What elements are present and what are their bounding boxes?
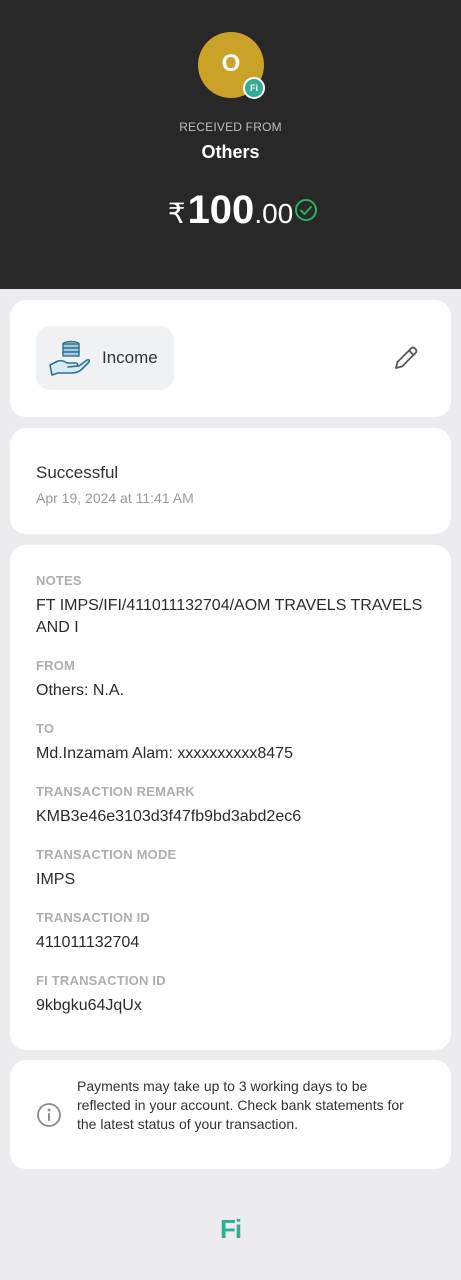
category-label: Income (102, 348, 158, 367)
transaction-mode-label: TRANSACTION MODE (36, 847, 177, 862)
income-hand-coins-icon (49, 340, 91, 376)
received-from-label: RECEIVED FROM (179, 120, 282, 134)
category-card: Income (10, 300, 451, 417)
fi-badge-icon: Fi (243, 77, 265, 99)
success-check-icon (295, 199, 317, 221)
transaction-mode-value: IMPS (36, 871, 76, 888)
notes-value: FT IMPS/IFI/411011132704/AOM TRAVELS TRA… (36, 597, 423, 636)
details-card: NOTES FT IMPS/IFI/411011132704/AOM TRAVE… (10, 545, 451, 1050)
amount-decimal: .00 (254, 198, 294, 229)
transaction-remark-label: TRANSACTION REMARK (36, 784, 195, 799)
to-label: TO (36, 721, 55, 736)
notes-label: NOTES (36, 573, 82, 588)
transaction-id-value: 411011132704 (36, 934, 140, 951)
fi-transaction-id-value: 9kbgku64JqUx (36, 997, 142, 1014)
transaction-header: O Fi RECEIVED FROM Others ₹ 100 .00 (0, 0, 461, 289)
fi-transaction-id-label: FI TRANSACTION ID (36, 973, 166, 988)
from-value: Others: N.A. (36, 682, 125, 699)
avatar-letter: O (221, 50, 241, 77)
amount-integer: 100 (187, 188, 255, 232)
status-text: Successful (36, 463, 119, 482)
info-icon (37, 1103, 61, 1127)
sender-name: Others (201, 142, 260, 162)
status-card: Successful Apr 19, 2024 at 11:41 AM (10, 428, 451, 534)
edit-pencil-icon[interactable] (390, 342, 422, 374)
status-date: Apr 19, 2024 at 11:41 AM (36, 490, 194, 506)
category-chip[interactable]: Income (36, 326, 174, 390)
amount: ₹ 100 .00 (0, 188, 461, 233)
currency-symbol: ₹ (167, 198, 186, 229)
transaction-remark-value: KMB3e46e3103d3f47fb9bd3abd2ec6 (36, 808, 302, 825)
from-label: FROM (36, 658, 76, 673)
fi-logo: Fi (219, 1214, 242, 1244)
transaction-id-label: TRANSACTION ID (36, 910, 151, 925)
info-card: Payments may take up to 3 working days t… (10, 1060, 451, 1169)
info-text: Payments may take up to 3 working days t… (77, 1078, 404, 1132)
to-value: Md.Inzamam Alam: xxxxxxxxxx8475 (36, 745, 293, 762)
